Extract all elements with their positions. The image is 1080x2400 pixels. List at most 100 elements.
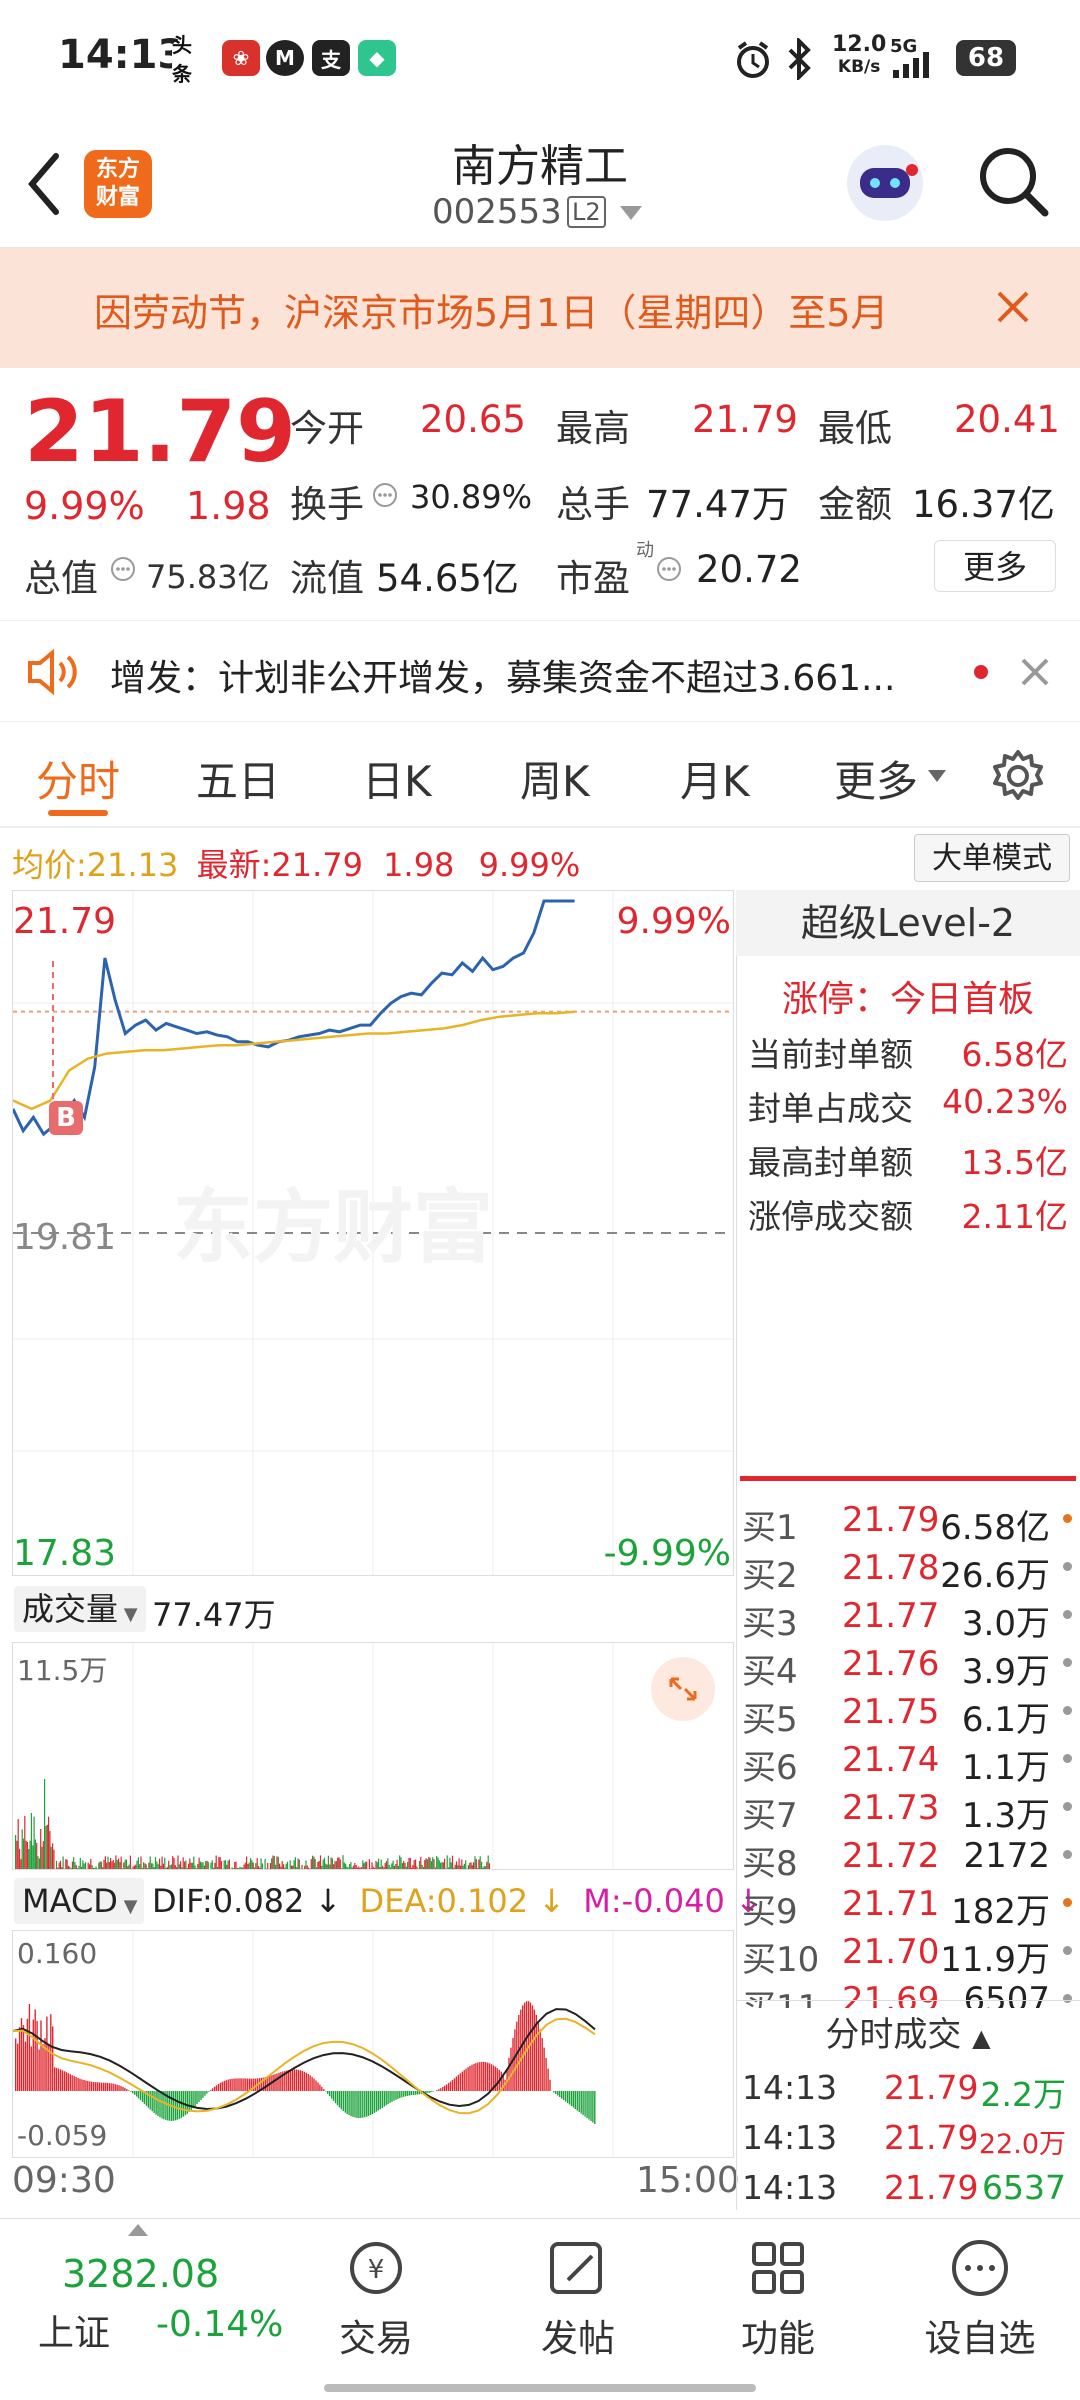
volume-bar <box>355 1865 357 1869</box>
expand-button[interactable] <box>651 1657 715 1721</box>
volume-bar <box>52 1843 54 1869</box>
macd-bar <box>206 2091 208 2094</box>
volume-selector[interactable]: 成交量 ▼ <box>14 1586 146 1632</box>
index-value[interactable]: 3282.08 <box>62 2252 219 2296</box>
tab-intraday[interactable]: 分时 <box>36 748 120 809</box>
macd-bar <box>204 2091 206 2096</box>
index-name[interactable]: 上证 <box>38 2304 110 2356</box>
chevron-up-icon[interactable] <box>128 2224 148 2236</box>
bid-row[interactable]: 买2 21.78 26.6万 <box>742 1548 1072 1596</box>
macd-bar <box>223 2080 226 2091</box>
volume-bar <box>67 1865 69 1869</box>
gear-icon[interactable] <box>990 748 1046 804</box>
trade-button[interactable]: ¥ 交易 <box>296 2236 456 2360</box>
back-arrow-icon[interactable] <box>24 152 64 216</box>
tab-weekly-k[interactable]: 周K <box>520 748 590 809</box>
dif-line <box>13 2008 596 2111</box>
info-icon[interactable] <box>372 482 398 508</box>
volume-max-label: 11.5万 <box>17 1654 108 1687</box>
macd-bar <box>274 2074 276 2091</box>
close-icon[interactable] <box>996 290 1030 324</box>
more-button[interactable]: 更多 <box>934 540 1056 592</box>
macd-bar <box>196 2091 198 2105</box>
macd-bar <box>358 2091 360 2118</box>
volume-bar <box>157 1864 159 1869</box>
bid-volume: 6.1万 <box>961 1700 1050 1740</box>
tab-monthly-k[interactable]: 月K <box>680 748 750 809</box>
volume-bar <box>223 1860 225 1869</box>
index-pct[interactable]: -0.14% <box>156 2304 283 2345</box>
macd-bar <box>18 2027 21 2091</box>
chevron-down-icon[interactable] <box>620 206 642 222</box>
function-button[interactable]: 功能 <box>698 2236 858 2360</box>
macd-bar <box>55 2067 58 2091</box>
macd-chart[interactable]: 0.160 -0.059 <box>12 1930 734 2159</box>
macd-bar <box>332 2091 335 2101</box>
intraday-chart[interactable]: 东方财富 21.79 9.99% 19.81 17.83 -9.99% B <box>12 890 734 1576</box>
bid-row[interactable]: 买5 21.75 6.1万 <box>742 1692 1072 1740</box>
volume-bar <box>322 1859 324 1869</box>
volume-bar <box>156 1861 158 1869</box>
bid-row[interactable]: 买6 21.74 1.1万 <box>742 1740 1072 1788</box>
volume-chart[interactable]: 11.5万 <box>12 1642 734 1871</box>
macd-selector[interactable]: MACD ▼ <box>14 1878 144 1924</box>
close-icon[interactable] <box>1020 657 1050 687</box>
bid-price: 21.72 <box>842 1836 940 1876</box>
volume-bar <box>224 1860 227 1869</box>
holiday-banner[interactable]: 因劳动节，沪深京市场5月1日（星期四）至5月 <box>0 248 1080 368</box>
bid-row[interactable]: 买7 21.73 1.3万 <box>742 1788 1072 1836</box>
bid-row[interactable]: 买4 21.76 3.9万 <box>742 1644 1072 1692</box>
big-order-mode-button[interactable]: 大单模式 <box>914 834 1070 882</box>
volume-bar <box>85 1862 87 1869</box>
price-change-pct: 9.99% <box>24 484 145 528</box>
volume-bar <box>449 1857 451 1869</box>
level2-badge[interactable]: L2 <box>567 196 606 228</box>
robot-assistant-icon[interactable] <box>842 140 928 226</box>
volume-bar <box>140 1856 142 1869</box>
volume-bar <box>178 1864 180 1869</box>
buy-marker[interactable]: B <box>49 1101 83 1135</box>
tick-trades-header[interactable]: 分时成交 ▲ <box>736 2000 1080 2068</box>
info-icon[interactable] <box>110 556 136 582</box>
tab-more[interactable]: 更多 <box>834 748 918 809</box>
bid-row[interactable]: 买10 21.70 11.9万 <box>742 1932 1072 1980</box>
post-button[interactable]: 发帖 <box>498 2236 658 2360</box>
bid-row[interactable]: 买8 21.72 2172 <box>742 1836 1072 1884</box>
tab-daily-k[interactable]: 日K <box>362 748 432 809</box>
function-label: 功能 <box>741 2317 815 2360</box>
macd-bar <box>342 2091 344 2111</box>
macd-bar <box>63 2071 66 2091</box>
macd-bar <box>346 2091 348 2114</box>
tab-five-day[interactable]: 五日 <box>196 748 280 809</box>
turnover-value: 30.89% <box>410 478 533 516</box>
bid-volume: 1.3万 <box>961 1796 1050 1836</box>
volume-bar <box>325 1863 327 1869</box>
volume-bar <box>187 1863 190 1869</box>
news-ticker[interactable]: 增发：计划非公开增发，募集资金不超过3.661... <box>0 620 1080 722</box>
volume-bar <box>356 1867 359 1869</box>
macd-bar <box>436 2090 438 2091</box>
volume-bar <box>103 1859 105 1869</box>
chevron-down-icon[interactable] <box>928 770 946 784</box>
macd-bar <box>245 2078 247 2091</box>
info-icon[interactable] <box>656 556 682 582</box>
volume-bar <box>475 1859 477 1869</box>
open-label: 今开 <box>290 407 364 450</box>
bid-row[interactable]: 买3 21.77 3.0万 <box>742 1596 1072 1644</box>
volume-bar <box>366 1861 368 1869</box>
volume-bar <box>321 1865 323 1869</box>
volume-bar <box>343 1862 345 1869</box>
macd-bar <box>572 2091 575 2108</box>
tick-volume: 6537 <box>982 2168 1066 2207</box>
volume-bar <box>396 1859 398 1869</box>
stock-code[interactable]: 002553 <box>432 192 562 232</box>
volume-bar <box>462 1865 464 1869</box>
bid-row[interactable]: 买1 21.79 6.58亿 <box>742 1500 1072 1548</box>
bid-row[interactable]: 买9 21.71 182万 <box>742 1884 1072 1932</box>
level2-title[interactable]: 超级Level-2 <box>736 890 1080 956</box>
add-watchlist-button[interactable]: 设自选 <box>900 2236 1060 2360</box>
eastmoney-logo[interactable]: 东方 财富 <box>84 150 152 218</box>
volume-bar <box>102 1867 104 1869</box>
volume-bar <box>58 1862 60 1869</box>
search-icon[interactable] <box>976 144 1052 220</box>
